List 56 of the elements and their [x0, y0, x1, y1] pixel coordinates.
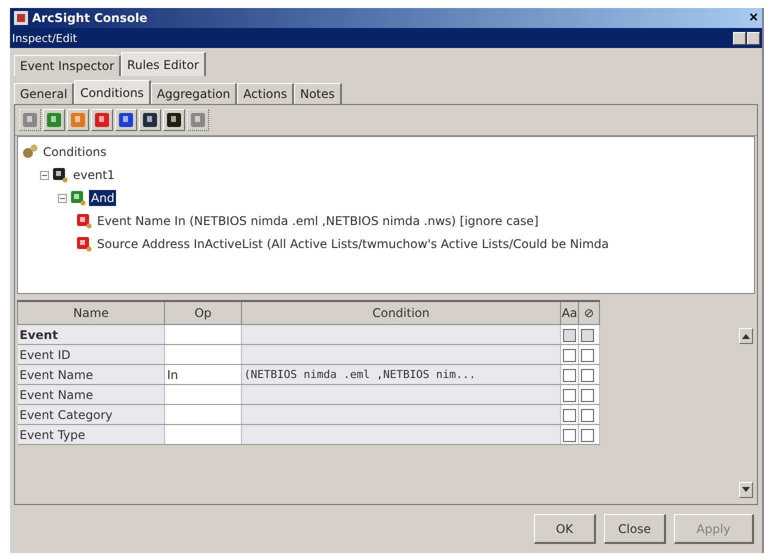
dialog-button[interactable]: OK [534, 514, 596, 544]
scroll-down-button[interactable] [739, 482, 753, 498]
column-header[interactable]: Op [164, 301, 242, 324]
tab[interactable]: Conditions [74, 80, 151, 104]
scroll-up-button[interactable] [739, 328, 753, 344]
tree-item[interactable]: And [89, 190, 116, 206]
toolbar-button[interactable] [139, 109, 161, 131]
table-cell: Event [18, 324, 164, 344]
window-title: ArcSight Console [32, 11, 148, 25]
table-cell: Event Type [18, 424, 164, 444]
up-arrow-icon [742, 332, 750, 338]
tab[interactable]: Event Inspector [14, 55, 122, 76]
tab[interactable]: Rules Editor [121, 52, 206, 76]
and-group-icon [70, 190, 86, 206]
dialog-button[interactable]: Close [604, 514, 666, 544]
event-icon [52, 167, 68, 183]
checkbox[interactable] [563, 408, 576, 422]
table-cell: In [164, 364, 242, 384]
checkbox[interactable] [563, 428, 576, 442]
tab[interactable]: General [14, 83, 74, 104]
tab[interactable]: Actions [237, 83, 294, 104]
checkbox[interactable] [563, 388, 576, 402]
panel-title: Inspect/Edit [12, 32, 78, 44]
close-button[interactable]: × [749, 10, 758, 26]
table-cell: Event Category [18, 404, 164, 424]
toolbar-button[interactable] [115, 109, 137, 131]
column-header[interactable]: ⊘ [578, 301, 600, 324]
table-cell: Event ID [18, 344, 164, 364]
minimize-button[interactable] [733, 32, 746, 44]
checkbox[interactable] [581, 428, 594, 442]
tree-item[interactable]: Source Address InActiveList (All Active Lists/twmuchow's Active Lists/Could be Nimda [95, 236, 611, 252]
table-cell: (NETBIOS nimda .eml ,NETBIOS nim... [242, 364, 560, 384]
condition-icon [76, 236, 92, 252]
column-header[interactable]: Aa [560, 301, 578, 324]
collapse-toggle[interactable] [40, 170, 49, 180]
app-icon [14, 11, 28, 25]
collapse-toggle[interactable] [58, 194, 67, 202]
tree-item[interactable]: Event Name In (NETBIOS nimda .eml ,NETBIOS nimda .nws) [ignore case] [95, 213, 540, 229]
tree-item[interactable]: event1 [71, 167, 117, 183]
checkbox[interactable] [581, 348, 594, 362]
condition-icon [76, 213, 92, 229]
checkbox[interactable] [563, 368, 576, 382]
tab[interactable]: Notes [294, 83, 342, 104]
checkbox[interactable] [563, 348, 576, 362]
toolbar-button[interactable] [163, 109, 185, 131]
down-arrow-icon [742, 486, 750, 492]
column-header[interactable]: Condition [242, 301, 560, 324]
table-cell: Event Name [18, 364, 164, 384]
column-header[interactable]: Name [18, 301, 164, 324]
checkbox[interactable] [581, 388, 594, 402]
checkbox[interactable] [581, 368, 594, 382]
checkbox[interactable] [581, 408, 594, 422]
table-cell: Event Name [18, 384, 164, 404]
tab[interactable]: Aggregation [150, 83, 238, 104]
tree-item[interactable]: Conditions [41, 144, 109, 160]
maximize-button[interactable] [747, 32, 760, 44]
